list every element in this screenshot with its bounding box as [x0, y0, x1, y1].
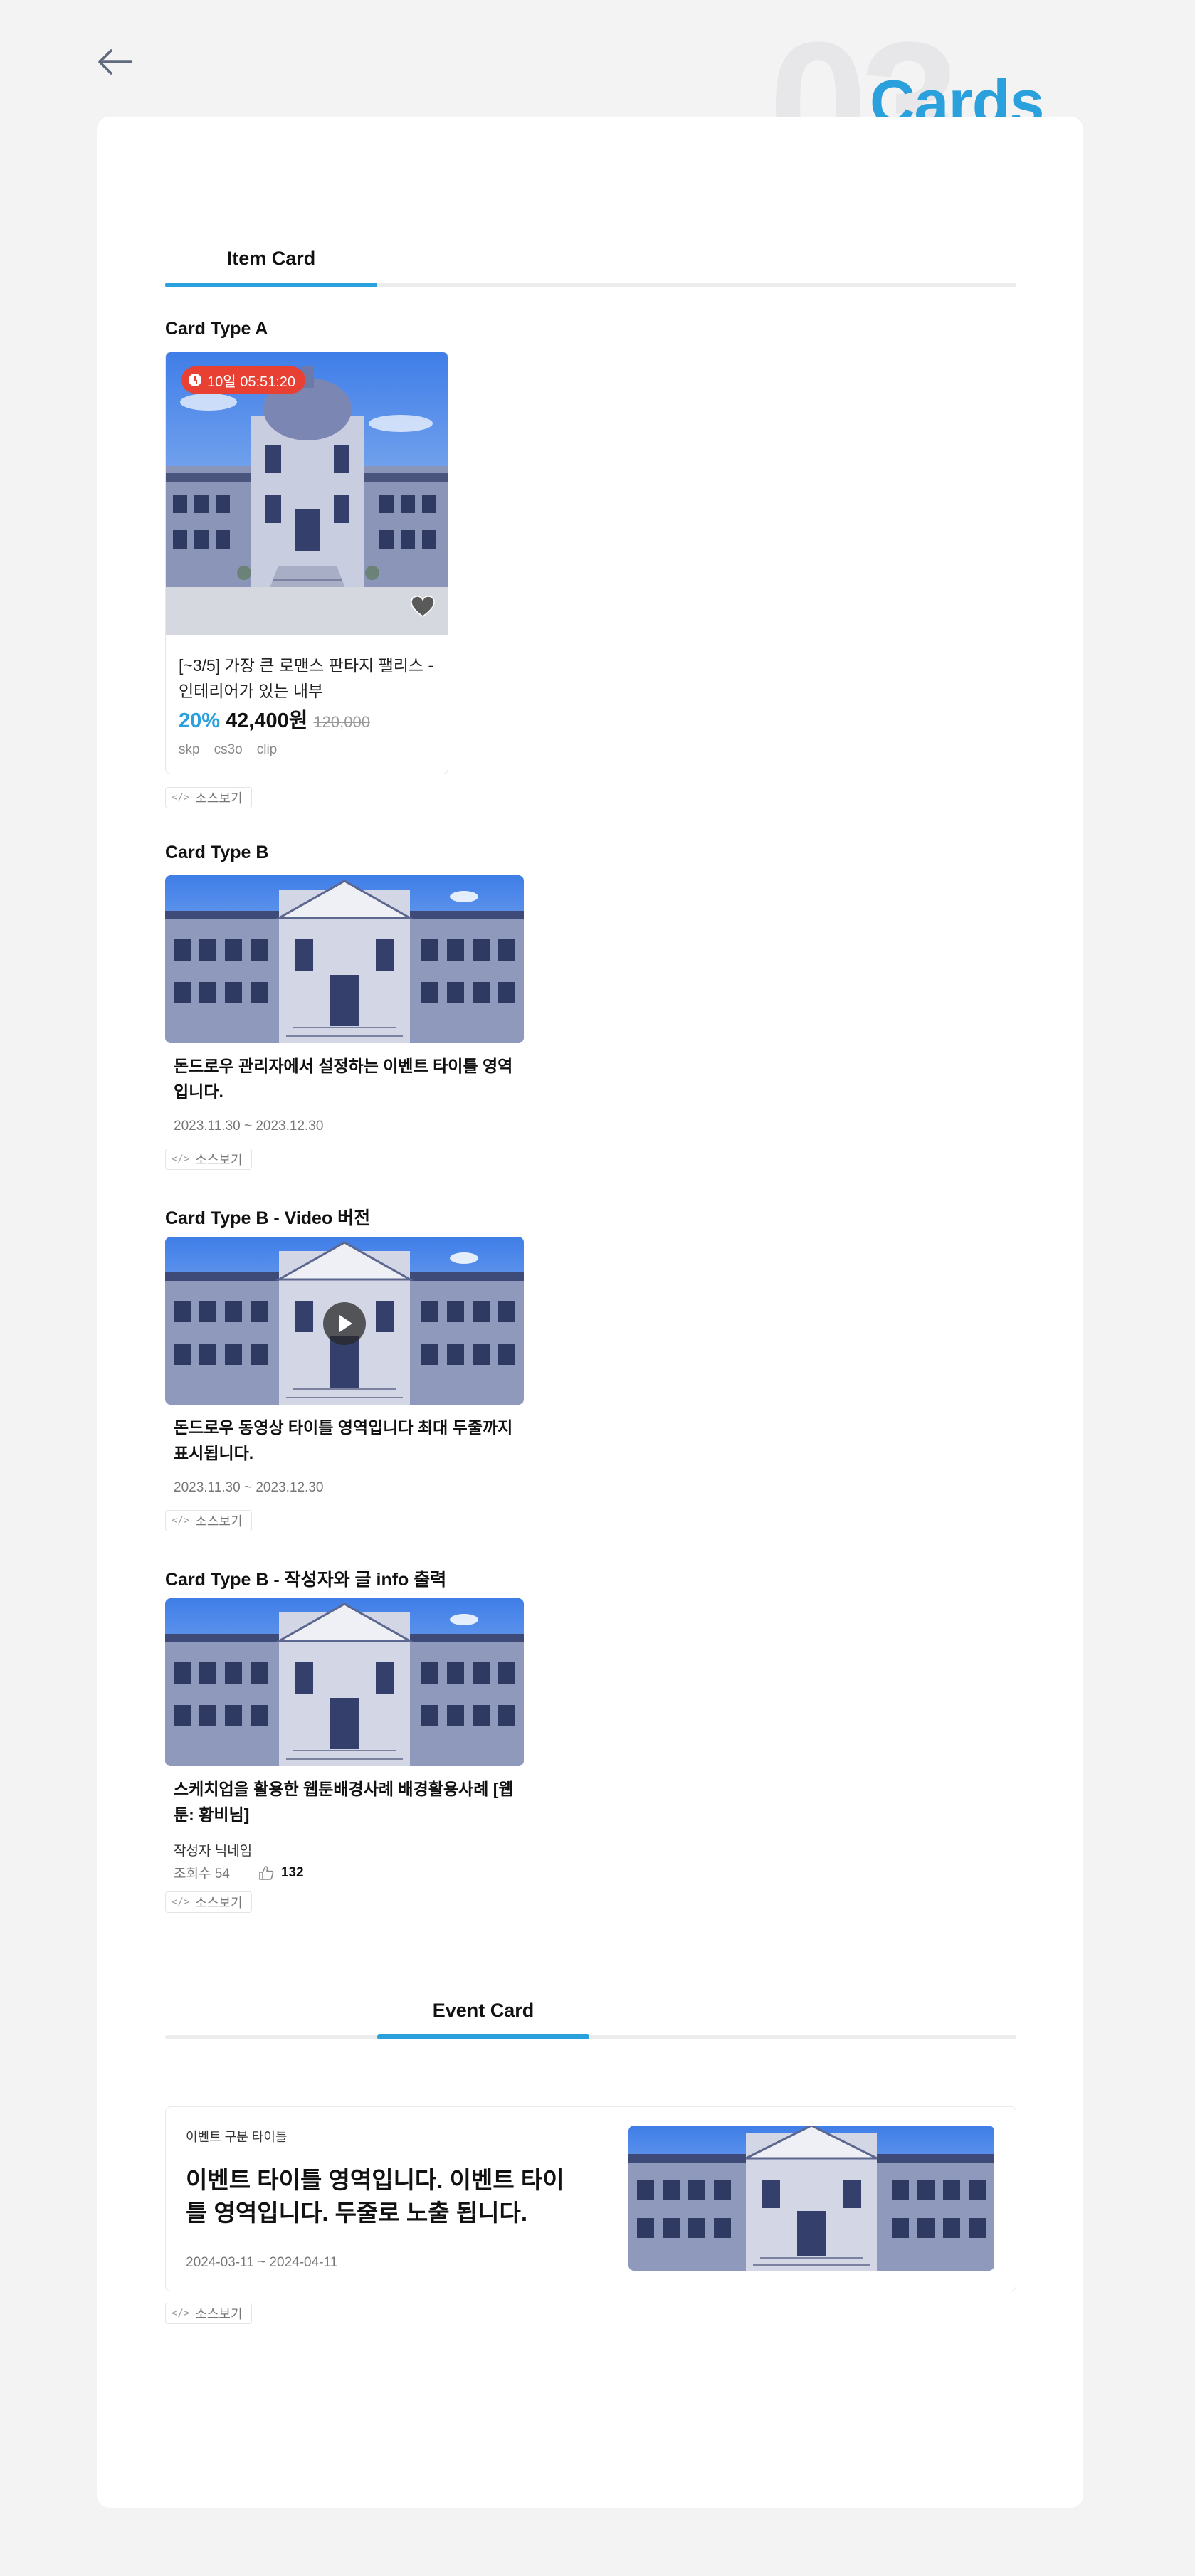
video-thumbnail[interactable] — [165, 1237, 524, 1405]
tab-event-card[interactable]: Event Card — [377, 2000, 589, 2022]
sale-price: 42,400원 — [226, 709, 308, 732]
content-panel: Item Card Card Type A 10일 05:51:20 [~3/5… — [97, 117, 1083, 2508]
code-icon: </> — [172, 1154, 190, 1165]
view-count: 조회수 54 — [174, 1867, 230, 1881]
view-source-button[interactable]: </> 소스보기 — [165, 2303, 252, 2324]
post-stats: 조회수 54 132 — [174, 1863, 304, 1882]
card-thumbnail[interactable] — [165, 875, 524, 1043]
view-source-label: 소스보기 — [195, 1514, 243, 1529]
event-title[interactable]: 이벤트 타이틀 영역입니다. 이벤트 타이틀 영역입니다. 두줄로 노출 됩니다… — [186, 2164, 584, 2229]
card-title[interactable]: [~3/5] 가장 큰 로맨스 판타지 팰리스 - 인테리어가 있는 내부 — [179, 653, 439, 704]
clock-icon — [189, 374, 201, 386]
card-type-b-author-label: Card Type B - 작성자와 글 info 출력 — [165, 1570, 447, 1590]
event-date: 2024-03-11 ~ 2024-04-11 — [186, 2255, 338, 2270]
tab-active-indicator — [165, 283, 377, 287]
like-count: 132 — [280, 1864, 304, 1880]
card-date: 2023.11.30 ~ 2023.12.30 — [174, 1480, 324, 1495]
event-card-tab-bar: Event Card — [165, 2000, 1016, 2039]
card-type-a-label: Card Type A — [165, 319, 268, 339]
timer-badge: 10일 05:51:20 — [181, 366, 306, 394]
arrow-left-icon — [98, 49, 132, 75]
event-card[interactable]: 이벤트 구분 타이틀 이벤트 타이틀 영역입니다. 이벤트 타이틀 영역입니다.… — [165, 2106, 1016, 2291]
view-source-label: 소스보기 — [195, 791, 243, 806]
tag-list: skp cs3o clip — [179, 742, 277, 758]
timer-text: 10일 05:51:20 — [207, 374, 296, 390]
card-date: 2023.11.30 ~ 2023.12.30 — [174, 1119, 324, 1134]
view-source-button[interactable]: </> 소스보기 — [165, 1149, 252, 1170]
event-category: 이벤트 구분 타이틀 — [186, 2130, 288, 2144]
original-price: 120,000 — [313, 713, 370, 731]
author-name[interactable]: 작성자 닉네임 — [174, 1840, 252, 1859]
tag[interactable]: cs3o — [214, 742, 243, 758]
view-source-label: 소스보기 — [195, 1896, 243, 1910]
card-title[interactable]: 스케치업을 활용한 웹툰배경사례 배경활용사례 [웹툰: 황비님] — [174, 1776, 515, 1827]
view-source-label: 소스보기 — [195, 2307, 243, 2321]
tab-item-card[interactable]: Item Card — [165, 248, 377, 270]
play-icon[interactable] — [323, 1302, 366, 1345]
tab-track — [165, 2035, 1016, 2039]
tab-active-indicator — [377, 2034, 589, 2039]
view-source-label: 소스보기 — [195, 1153, 243, 1167]
view-source-button[interactable]: </> 소스보기 — [165, 1891, 252, 1913]
code-icon: </> — [172, 1515, 190, 1526]
card-type-b-video-label: Card Type B - Video 버전 — [165, 1208, 371, 1228]
item-card-tab-bar: Item Card — [165, 248, 1016, 287]
card-title[interactable]: 돈드로우 관리자에서 설정하는 이벤트 타이틀 영역입니다. — [174, 1053, 515, 1104]
view-source-button[interactable]: </> 소스보기 — [165, 787, 252, 808]
discount-rate: 20% — [179, 709, 221, 732]
price-row: 20% 42,400원 120,000 — [179, 704, 370, 734]
view-source-button[interactable]: </> 소스보기 — [165, 1510, 252, 1531]
back-button[interactable] — [94, 44, 137, 80]
card-thumbnail[interactable] — [165, 1598, 524, 1766]
tag[interactable]: skp — [179, 742, 200, 758]
code-icon: </> — [172, 2308, 190, 2319]
card-title[interactable]: 돈드로우 동영상 타이틀 영역입니다 최대 두줄까지 표시됩니다. — [174, 1415, 515, 1466]
code-icon: </> — [172, 792, 190, 803]
card-type-b-label: Card Type B — [165, 843, 269, 862]
item-card-a[interactable]: 10일 05:51:20 [~3/5] 가장 큰 로맨스 판타지 팰리스 - 인… — [165, 352, 448, 774]
thumbs-up-icon[interactable] — [258, 1865, 274, 1881]
code-icon: </> — [172, 1896, 190, 1908]
card-thumbnail — [166, 352, 448, 635]
tag[interactable]: clip — [257, 742, 278, 758]
heart-icon[interactable] — [411, 596, 435, 618]
event-thumbnail — [628, 2126, 994, 2271]
